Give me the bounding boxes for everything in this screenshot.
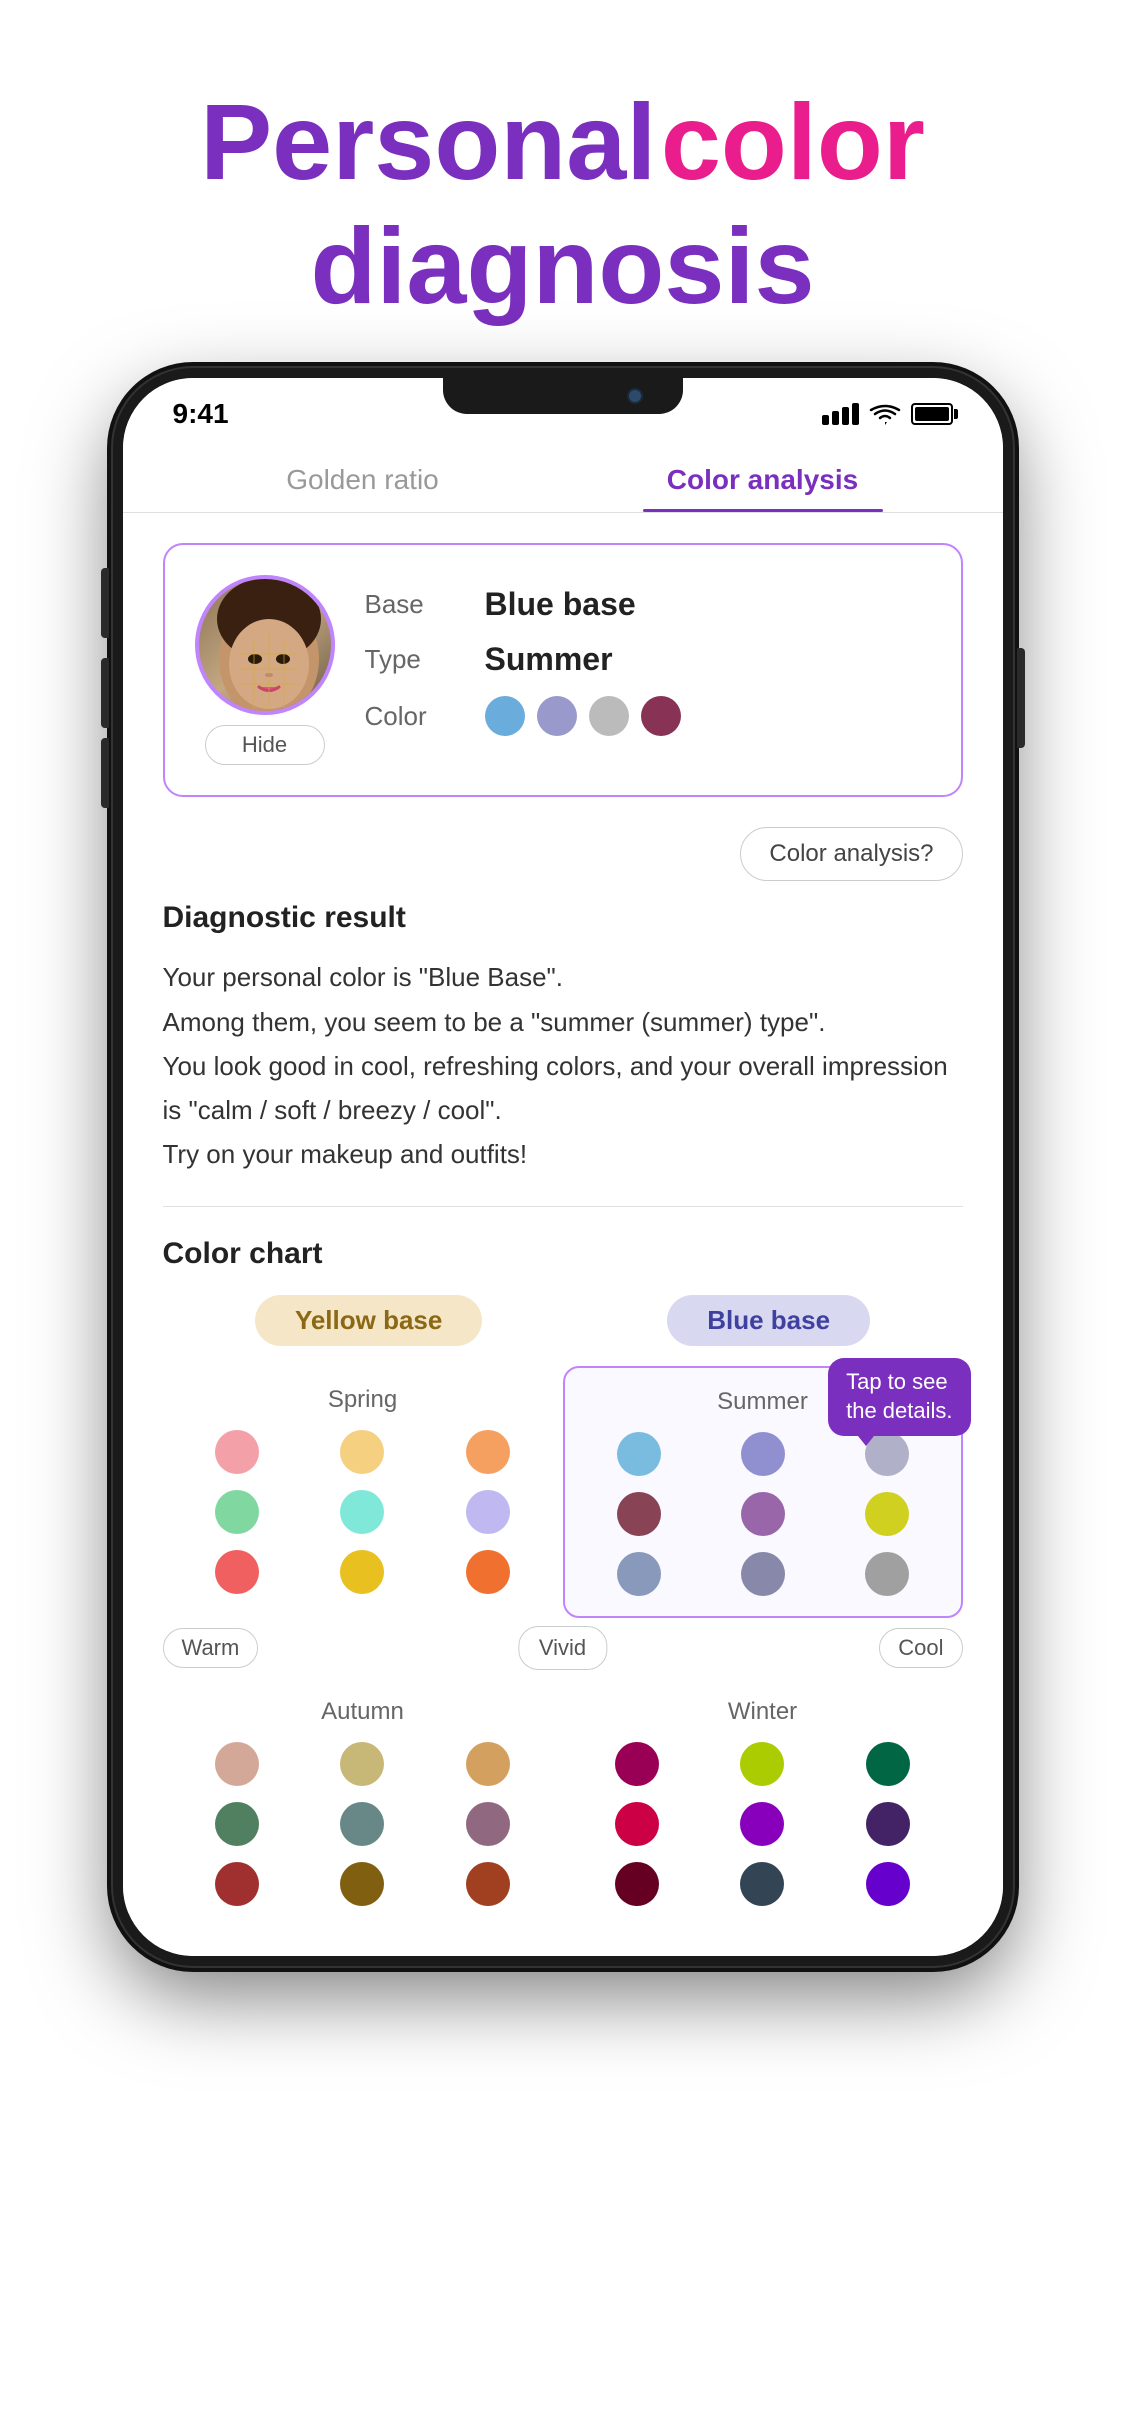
profile-info: Base Blue base Type Summer Color — [365, 586, 931, 754]
base-label: Base — [365, 589, 465, 620]
notch-camera — [627, 388, 643, 404]
color-dots — [485, 696, 681, 736]
summer-dot-6 — [865, 1492, 909, 1536]
color-dot-2 — [537, 696, 577, 736]
summer-dot-2 — [741, 1432, 785, 1476]
page-title-area: Personal color diagnosis — [0, 0, 1125, 368]
summer-dots — [585, 1432, 941, 1596]
winter-quadrant: Winter — [563, 1678, 963, 1926]
signal-bars-icon — [822, 403, 859, 425]
color-dot-1 — [485, 696, 525, 736]
color-dot-4 — [641, 696, 681, 736]
avatar-circle — [195, 575, 335, 715]
summer-dot-5 — [741, 1492, 785, 1536]
winter-dots — [583, 1742, 943, 1906]
autumn-dot-4 — [215, 1802, 259, 1846]
yellow-base-label: Yellow base — [255, 1295, 482, 1346]
phone-screen: 9:41 — [123, 378, 1003, 1956]
phone-wrapper: 9:41 — [0, 368, 1125, 1966]
type-value: Summer — [485, 641, 613, 678]
tab-color-analysis[interactable]: Color analysis — [563, 440, 963, 512]
autumn-dot-8 — [340, 1862, 384, 1906]
face-svg — [199, 579, 335, 715]
winter-dot-8 — [740, 1862, 784, 1906]
winter-dot-6 — [866, 1802, 910, 1846]
blue-base-label: Blue base — [667, 1295, 870, 1346]
title-word-diagnosis: diagnosis — [60, 204, 1065, 328]
info-row-color: Color — [365, 696, 931, 736]
section-divider — [163, 1206, 963, 1207]
color-dot-3 — [589, 696, 629, 736]
phone-frame: 9:41 — [113, 368, 1013, 1966]
color-label: Color — [365, 701, 465, 732]
spring-dot-1 — [215, 1430, 259, 1474]
color-analysis-button[interactable]: Color analysis? — [740, 827, 962, 881]
hide-button[interactable]: Hide — [205, 725, 325, 765]
warm-label: Warm — [163, 1628, 259, 1668]
spring-dot-4 — [215, 1490, 259, 1534]
autumn-dot-7 — [215, 1862, 259, 1906]
autumn-dot-5 — [340, 1802, 384, 1846]
winter-label: Winter — [583, 1698, 943, 1726]
winter-dot-4 — [615, 1802, 659, 1846]
spring-quadrant: Spring — [163, 1366, 563, 1618]
autumn-label: Autumn — [183, 1698, 543, 1726]
autumn-dot-9 — [466, 1862, 510, 1906]
status-icons — [822, 402, 953, 426]
main-content: Hide Base Blue base Type Summer Color — [123, 513, 1003, 1956]
profile-card: Hide Base Blue base Type Summer Color — [163, 543, 963, 797]
tabs-bar: Golden ratio Color analysis — [123, 440, 1003, 513]
title-word-color: color — [661, 81, 925, 202]
winter-dot-1 — [615, 1742, 659, 1786]
summer-dot-4 — [617, 1492, 661, 1536]
spring-dots — [183, 1430, 543, 1594]
winter-dot-2 — [740, 1742, 784, 1786]
tab-golden-ratio[interactable]: Golden ratio — [163, 440, 563, 512]
summer-dot-7 — [617, 1552, 661, 1596]
phone-notch — [443, 378, 683, 414]
color-chart-title: Color chart — [163, 1237, 963, 1271]
diagnostic-section-title: Diagnostic result — [163, 901, 963, 935]
summer-quadrant[interactable]: Tap to seethe details. Summer — [563, 1366, 963, 1618]
autumn-dots — [183, 1742, 543, 1906]
summer-dot-1 — [617, 1432, 661, 1476]
spring-dot-9 — [466, 1550, 510, 1594]
battery-fill — [915, 407, 949, 421]
info-row-type: Type Summer — [365, 641, 931, 678]
autumn-dot-2 — [340, 1742, 384, 1786]
status-time: 9:41 — [173, 398, 229, 430]
info-row-base: Base Blue base — [365, 586, 931, 623]
spring-label: Spring — [183, 1386, 543, 1414]
tap-tooltip: Tap to seethe details. — [828, 1358, 970, 1435]
type-label: Type — [365, 644, 465, 675]
spring-dot-6 — [466, 1490, 510, 1534]
battery-icon — [911, 403, 953, 425]
wifi-icon — [869, 402, 901, 426]
analysis-button-wrap: Color analysis? — [163, 827, 963, 881]
autumn-dot-6 — [466, 1802, 510, 1846]
autumn-quadrant: Autumn — [163, 1678, 563, 1926]
autumn-dot-1 — [215, 1742, 259, 1786]
spring-dot-7 — [215, 1550, 259, 1594]
winter-dot-3 — [866, 1742, 910, 1786]
base-labels-row: Yellow base Blue base — [163, 1295, 963, 1346]
summer-dot-8 — [741, 1552, 785, 1596]
spring-dot-5 — [340, 1490, 384, 1534]
autumn-dot-3 — [466, 1742, 510, 1786]
spring-dot-2 — [340, 1430, 384, 1474]
spring-dot-8 — [340, 1550, 384, 1594]
base-value: Blue base — [485, 586, 636, 623]
diagnostic-text: Your personal color is "Blue Base". Amon… — [163, 955, 963, 1176]
avatar-wrapper: Hide — [195, 575, 335, 765]
cool-label: Cool — [879, 1628, 962, 1668]
color-chart: Yellow base Blue base Spring — [163, 1295, 963, 1926]
vivid-label: Vivid — [518, 1626, 607, 1670]
title-word-personal: Personal — [200, 81, 656, 202]
summer-dot-9 — [865, 1552, 909, 1596]
spring-dot-3 — [466, 1430, 510, 1474]
winter-dot-5 — [740, 1802, 784, 1846]
winter-dot-7 — [615, 1862, 659, 1906]
winter-dot-9 — [866, 1862, 910, 1906]
